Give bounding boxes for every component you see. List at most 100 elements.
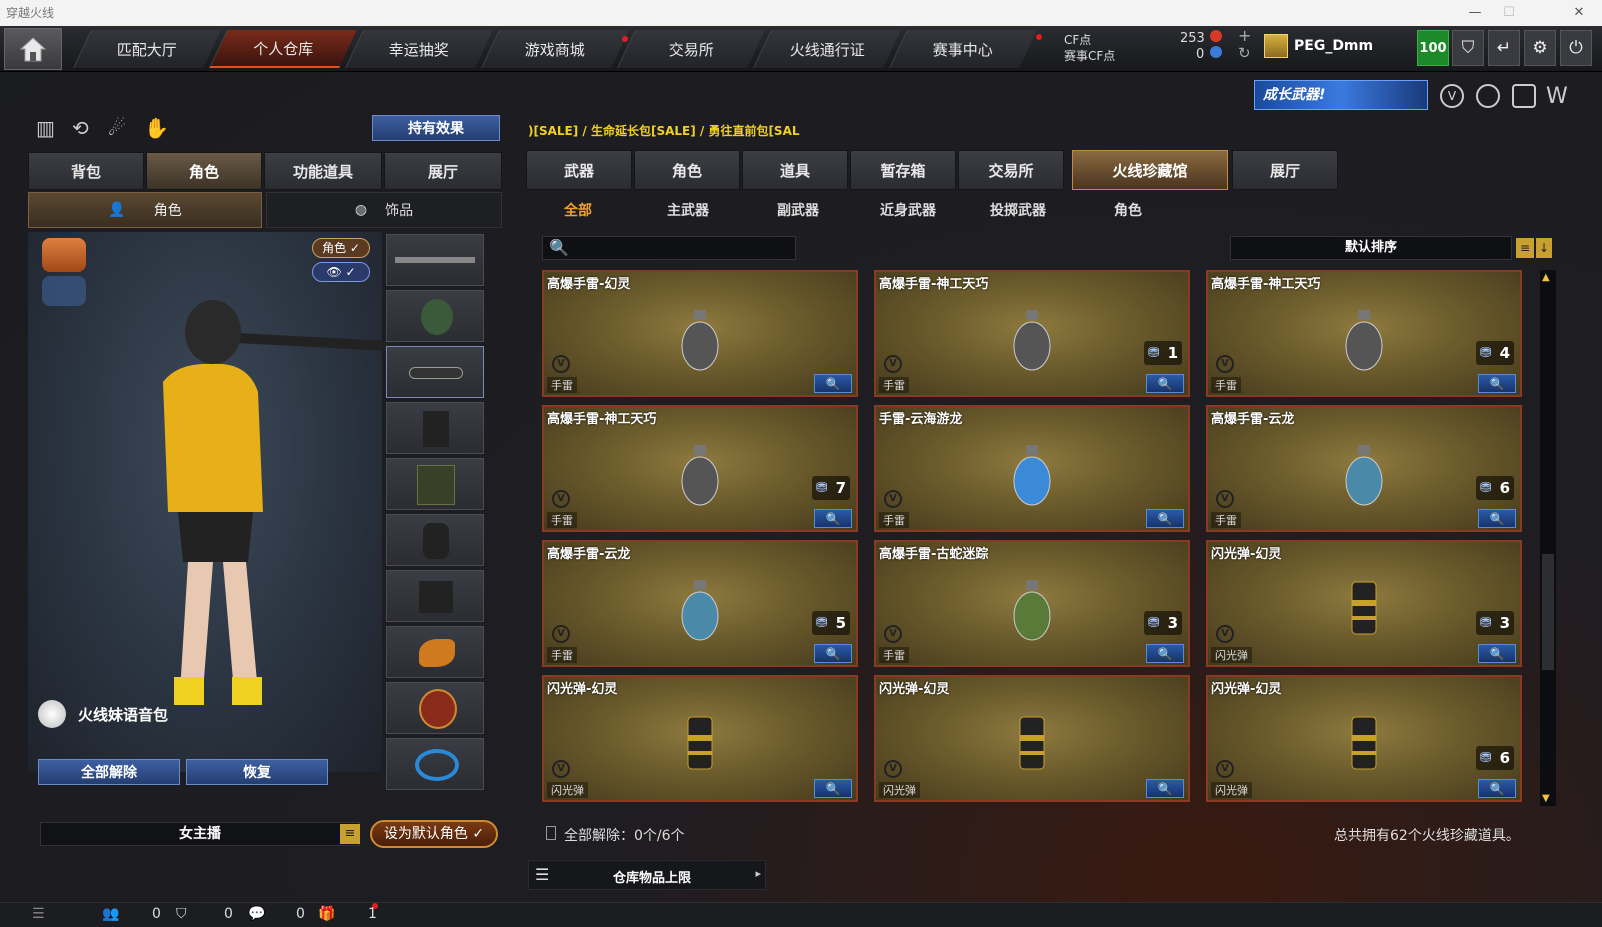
tab-items[interactable]: 道具 (742, 150, 848, 190)
filter-secondary[interactable]: 副武器 (746, 196, 850, 224)
close-window-button[interactable]: ✕ (1562, 0, 1596, 26)
slot-vest[interactable] (386, 402, 484, 454)
w-logo-icon[interactable]: W (1546, 84, 1568, 109)
filter-character[interactable]: 角色 (1076, 196, 1180, 224)
inspect-button[interactable]: 🔍 (814, 374, 852, 393)
role-toggle[interactable]: 角色 ✓ (312, 238, 370, 258)
refresh-cf-button[interactable]: ↻ (1238, 44, 1251, 62)
add-cf-button[interactable]: + (1238, 26, 1251, 45)
event-icon[interactable] (1512, 84, 1536, 108)
tab-exchange[interactable]: 交易所 (617, 30, 765, 68)
collection-card[interactable]: 高爆手雷-神工天巧 V 手雷 🔍 ⛃ 1 (874, 270, 1190, 397)
menu-icon[interactable]: ≡ (340, 824, 360, 844)
globe-icon[interactable] (1476, 84, 1500, 108)
rotate-icon[interactable]: ⟲ (72, 116, 89, 140)
inspect-button[interactable]: 🔍 (1478, 644, 1516, 663)
filter-all[interactable]: 全部 (526, 196, 630, 224)
collection-card[interactable]: 闪光弹-幻灵 V 闪光弹 🔍 (874, 675, 1190, 802)
tab-collection-museum[interactable]: 火线珍藏馆 (1072, 150, 1228, 190)
sort-direction-icon[interactable]: ↓ (1536, 238, 1552, 258)
inspect-button[interactable]: 🔍 (1146, 644, 1184, 663)
search-input[interactable] (571, 239, 791, 257)
slot-pants[interactable] (386, 570, 484, 622)
tab-personal-storage[interactable]: 个人仓库 (209, 30, 357, 68)
tab-backpack[interactable]: 背包 (28, 152, 144, 190)
pose-icon[interactable]: ☄ (108, 116, 126, 140)
inspect-button[interactable]: 🔍 (1478, 374, 1516, 393)
tab-battle-pass[interactable]: 火线通行证 (753, 30, 901, 68)
slot-spray[interactable] (386, 738, 484, 790)
scroll-down-icon[interactable]: ▼ (1542, 793, 1550, 804)
hand-icon[interactable]: ✋ (144, 116, 169, 140)
friends-icon[interactable]: 👥 (102, 906, 119, 922)
collection-card[interactable]: 闪光弹-幻灵 V 闪光弹 🔍 ⛃ 6 (1206, 675, 1522, 802)
held-effects-button[interactable]: 持有效果 (372, 115, 500, 141)
tab-temp-storage[interactable]: 暂存箱 (850, 150, 956, 190)
chat-icon[interactable]: 💬 (248, 906, 265, 922)
filter-throwable[interactable]: 投掷武器 (966, 196, 1070, 224)
subtab-character[interactable]: 👤 角色 (28, 192, 262, 228)
list-icon[interactable]: ☰ (32, 906, 45, 922)
tab-exchange[interactable]: 交易所 (958, 150, 1064, 190)
growth-weapon-banner[interactable]: 成长武器! (1254, 80, 1428, 110)
stats-icon[interactable]: ▥ (36, 116, 55, 140)
slot-emblem[interactable] (386, 626, 484, 678)
gift-icon[interactable]: 🎁 (318, 906, 335, 922)
list-view-icon[interactable]: ≡ (1516, 238, 1534, 258)
tab-weapons[interactable]: 武器 (526, 150, 632, 190)
tab-game-mall[interactable]: 游戏商城 (481, 30, 629, 68)
character-preview[interactable]: 角色 ✓ 👁 ✓ 火线妹语音包 (28, 232, 398, 772)
collection-card[interactable]: 高爆手雷-神工天巧 V 手雷 🔍 ⛃ 4 (1206, 270, 1522, 397)
subtab-accessories[interactable]: ◍ 饰品 (266, 192, 502, 228)
tab-match-hall[interactable]: 匹配大厅 (73, 30, 221, 68)
scroll-thumb[interactable] (1542, 554, 1554, 670)
character-class-icon[interactable] (42, 238, 86, 272)
collection-card[interactable]: 高爆手雷-神工天巧 V 手雷 🔍 ⛃ 7 (542, 405, 858, 532)
storage-limit-bar[interactable]: ☰ 仓库物品上限 ▸ (528, 860, 766, 890)
scroll-up-icon[interactable]: ▲ (1542, 272, 1550, 283)
exit-room-icon[interactable]: ↵ (1488, 30, 1520, 66)
sort-dropdown[interactable]: 默认排序 (1230, 236, 1512, 260)
inspect-button[interactable]: 🔍 (1146, 374, 1184, 393)
alt-class-icon[interactable] (42, 276, 86, 306)
slot-head[interactable] (386, 290, 484, 342)
collection-card[interactable]: 高爆手雷-古蛇迷踪 V 手雷 🔍 ⛃ 3 (874, 540, 1190, 667)
scrollbar[interactable]: ▲ ▼ (1540, 270, 1556, 806)
set-default-character-button[interactable]: 设为默认角色 ✓ (370, 820, 498, 848)
slot-gloves[interactable] (386, 514, 484, 566)
inspect-button[interactable]: 🔍 (1146, 509, 1184, 528)
voice-pack[interactable]: 火线妹语音包 (38, 698, 338, 730)
checkbox-icon[interactable] (546, 826, 556, 840)
inspect-button[interactable]: 🔍 (1146, 779, 1184, 798)
tab-showroom[interactable]: 展厅 (1232, 150, 1338, 190)
sale-ticker[interactable]: )[SALE] / 生命延长包[SALE] / 勇往直前包[SAL (528, 122, 1028, 140)
username[interactable]: PEG_Dmm (1294, 38, 1373, 54)
inspect-button[interactable]: 🔍 (814, 779, 852, 798)
restore-button[interactable]: 恢复 (186, 759, 328, 785)
slot-badge[interactable] (386, 682, 484, 734)
tab-lucky-draw[interactable]: 幸运抽奖 (345, 30, 493, 68)
filter-melee[interactable]: 近身武器 (856, 196, 960, 224)
home-button[interactable] (4, 28, 62, 70)
tab-showroom[interactable]: 展厅 (384, 152, 502, 190)
collection-card[interactable]: 闪光弹-幻灵 V 闪光弹 🔍 ⛃ 3 (1206, 540, 1522, 667)
tab-functional-items[interactable]: 功能道具 (264, 152, 382, 190)
inspect-button[interactable]: 🔍 (1478, 779, 1516, 798)
filter-primary[interactable]: 主武器 (636, 196, 740, 224)
collection-card[interactable]: 高爆手雷-云龙 V 手雷 🔍 ⛃ 5 (542, 540, 858, 667)
slot-primary-weapon[interactable] (386, 234, 484, 286)
minimize-button[interactable]: — (1458, 0, 1492, 26)
tab-characters[interactable]: 角色 (634, 150, 740, 190)
slot-backpack[interactable] (386, 458, 484, 510)
vip-icon[interactable]: V (1440, 84, 1464, 108)
power-icon[interactable]: ⏻ (1560, 30, 1592, 66)
tab-events[interactable]: 赛事中心 (889, 30, 1037, 68)
inspect-button[interactable]: 🔍 (814, 509, 852, 528)
collection-card[interactable]: 高爆手雷-云龙 V 手雷 🔍 ⛃ 6 (1206, 405, 1522, 532)
collection-card[interactable]: 闪光弹-幻灵 V 闪光弹 🔍 (542, 675, 858, 802)
shield-icon[interactable]: ⛉ (1452, 30, 1484, 66)
inspect-button[interactable]: 🔍 (814, 644, 852, 663)
tab-character[interactable]: 角色 (146, 152, 262, 190)
maximize-button[interactable]: ☐ (1492, 0, 1526, 26)
unequip-all-button[interactable]: 全部解除 (38, 759, 180, 785)
